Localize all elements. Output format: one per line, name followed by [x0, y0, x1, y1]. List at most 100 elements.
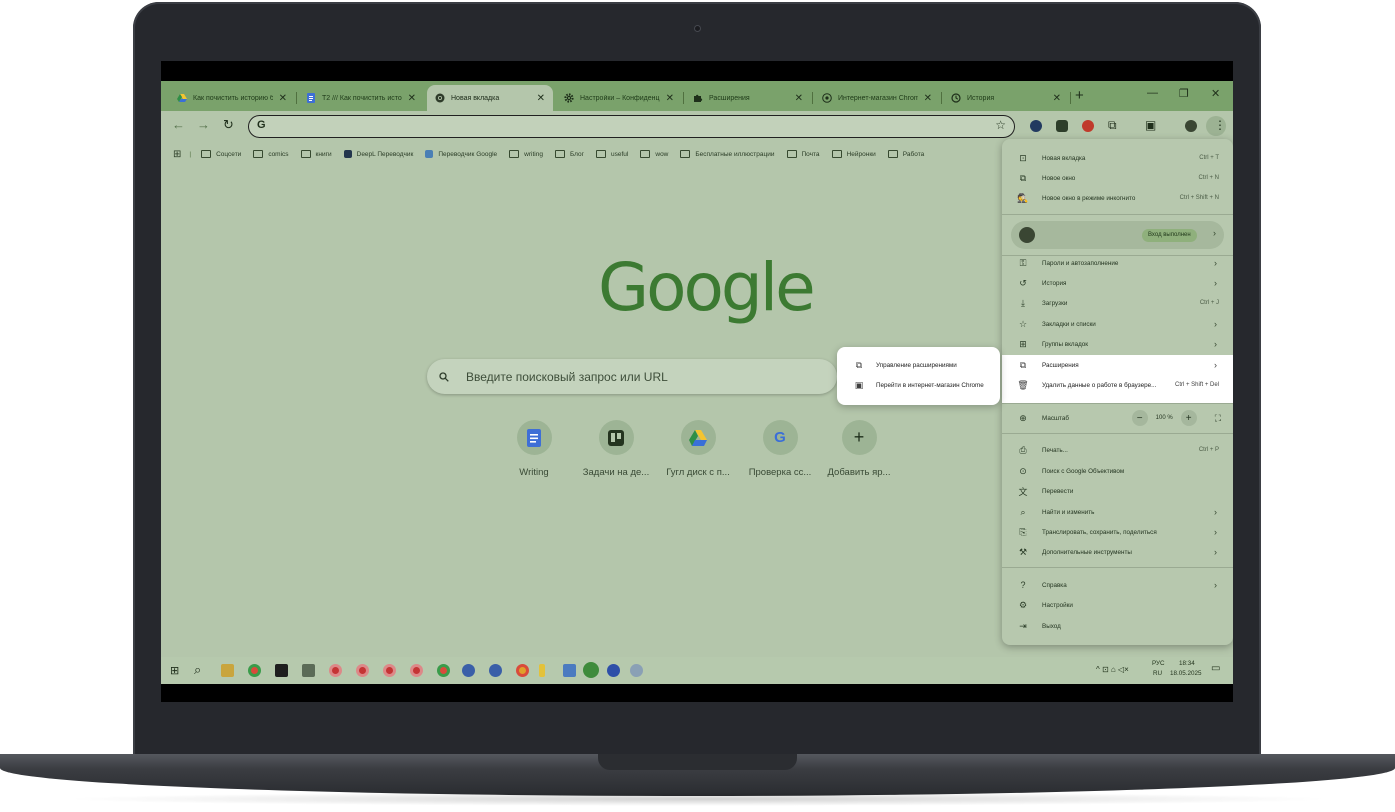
bookmark-item[interactable]: useful: [596, 150, 628, 158]
app-icon[interactable]: [563, 664, 576, 677]
shortcut-check[interactable]: G Проверка сс...: [739, 420, 821, 478]
menu-more-tools[interactable]: ⚒ Дополнительные инструменты ›: [1002, 542, 1233, 562]
menu-google-lens[interactable]: ⊙ Поиск с Google Объективом: [1002, 461, 1233, 481]
bookmark-item[interactable]: Блог: [554, 150, 584, 158]
menu-print[interactable]: ⎙ Печать... Ctrl + P: [1002, 440, 1233, 460]
bookmark-item[interactable]: DeepL Переводчик: [343, 150, 413, 158]
menu-bookmarks[interactable]: ☆ Закладки и списки ›: [1002, 314, 1233, 334]
zoom-out-button[interactable]: −: [1131, 410, 1148, 426]
bookmark-item[interactable]: Почта: [786, 150, 820, 158]
close-icon[interactable]: ✕: [795, 93, 803, 104]
tab-6[interactable]: Интернет-магазин Chrom ✕: [814, 85, 940, 111]
close-window-icon[interactable]: ✕: [1211, 87, 1220, 100]
tab-7[interactable]: История ✕: [943, 85, 1069, 111]
language-indicator[interactable]: РУС: [1152, 660, 1165, 667]
star-icon[interactable]: ☆: [995, 118, 1006, 132]
app-icon[interactable]: [462, 664, 475, 677]
search-icon[interactable]: ⌕: [194, 662, 201, 678]
minimize-icon[interactable]: —: [1147, 87, 1158, 99]
opera-icon[interactable]: [329, 664, 342, 677]
app-icon[interactable]: [583, 662, 599, 678]
fullscreen-icon[interactable]: ⛶: [1215, 413, 1221, 424]
avatar[interactable]: [1185, 120, 1197, 132]
extension-icon[interactable]: [1030, 120, 1042, 132]
opera-icon[interactable]: [356, 664, 369, 677]
tray-icons[interactable]: ^ ⊡ ⌂ ◁×: [1096, 665, 1129, 674]
menu-exit[interactable]: ⇥ Выход: [1002, 616, 1233, 636]
bookmark-item[interactable]: книги: [300, 150, 332, 158]
calculator-icon[interactable]: [302, 664, 315, 677]
bookmark-item[interactable]: Соцсети: [201, 150, 241, 158]
tab-2[interactable]: T2 /// Как почистить исто ✕: [298, 85, 424, 111]
menu-find-edit[interactable]: ⌕ Найти и изменить ›: [1002, 502, 1233, 522]
tab-5[interactable]: Расширения ✕: [685, 85, 811, 111]
opera-icon[interactable]: [383, 664, 396, 677]
file-explorer-icon[interactable]: [221, 664, 234, 677]
back-icon[interactable]: ←: [172, 117, 185, 132]
close-icon[interactable]: ✕: [1053, 93, 1061, 104]
bookmark-item[interactable]: Бесплатные иллюстрации: [680, 150, 775, 158]
menu-settings[interactable]: ⚙ Настройки: [1002, 595, 1233, 615]
menu-tab-groups[interactable]: ⊞ Группы вкладок ›: [1002, 334, 1233, 354]
menu-new-tab[interactable]: ⊡ Новая вкладка Ctrl + T: [1002, 148, 1233, 168]
submenu-manage-extensions[interactable]: ⧉ Управление расширениями: [837, 355, 1000, 375]
app-icon[interactable]: [607, 664, 620, 677]
menu-extensions[interactable]: ⧉ Расширения ›: [1002, 355, 1233, 375]
reload-icon[interactable]: ↻: [223, 117, 234, 133]
opera-icon[interactable]: [1082, 120, 1094, 132]
clock-time[interactable]: 18:34: [1179, 660, 1195, 667]
shortcut-google-drive[interactable]: Гугл диск с п...: [657, 420, 739, 478]
close-icon[interactable]: ✕: [924, 93, 932, 104]
extension-icon[interactable]: [1056, 120, 1068, 132]
close-icon[interactable]: ✕: [279, 93, 287, 104]
close-icon[interactable]: ✕: [666, 93, 674, 104]
menu-new-window[interactable]: ⧉ Новое окно Ctrl + N: [1002, 168, 1233, 188]
tab-4[interactable]: Настройки – Конфиденц ✕: [556, 85, 682, 111]
puzzle-icon[interactable]: ⧉: [1108, 118, 1117, 133]
chrome-icon[interactable]: [248, 664, 261, 677]
close-icon[interactable]: ✕: [408, 93, 416, 104]
menu-passwords[interactable]: ⚿ Пароли и автозаполнение ›: [1002, 253, 1233, 273]
bookmark-item[interactable]: Работа: [887, 150, 924, 158]
opera-icon[interactable]: [410, 664, 423, 677]
address-bar[interactable]: G ☆: [248, 115, 1015, 138]
shortcut-writing[interactable]: Writing: [493, 420, 575, 478]
notifications-icon[interactable]: ▭: [1211, 663, 1220, 674]
search-box[interactable]: Введите поисковый запрос или URL: [427, 359, 837, 394]
bookmark-item[interactable]: Переводчик Google: [425, 150, 497, 158]
new-tab-button[interactable]: +: [1075, 87, 1084, 104]
app-icon[interactable]: [539, 664, 545, 677]
submenu-web-store[interactable]: ▣ Перейти в интернет-магазин Chrome: [837, 375, 1000, 395]
tab-1[interactable]: Как почистить историю б ✕: [169, 85, 295, 111]
menu-help[interactable]: ? Справка ›: [1002, 575, 1233, 595]
bookmark-item[interactable]: writing: [509, 150, 543, 158]
windows-start-icon[interactable]: ⊞: [170, 664, 179, 677]
shortcut-add[interactable]: + Добавить яр...: [818, 420, 900, 478]
folder-icon: [887, 150, 898, 158]
bookmark-item[interactable]: Нейронки: [831, 150, 876, 158]
snipping-tool-icon[interactable]: [630, 664, 643, 677]
app-icon[interactable]: [489, 664, 502, 677]
menu-downloads[interactable]: ⤓ Загрузки Ctrl + J: [1002, 293, 1233, 313]
chrome-icon[interactable]: [516, 664, 529, 677]
zoom-in-button[interactable]: +: [1180, 410, 1197, 426]
tab-3[interactable]: Новая вкладка ✕: [427, 85, 553, 111]
menu-button[interactable]: ⋮: [1206, 116, 1226, 136]
chrome-icon: [435, 93, 445, 103]
close-icon[interactable]: ✕: [537, 93, 545, 104]
menu-incognito[interactable]: 🕵 Новое окно в режиме инкогнито Ctrl + S…: [1002, 188, 1233, 208]
menu-cast-save-share[interactable]: ⎘ Транслировать, сохранить, поделиться ›: [1002, 522, 1233, 542]
menu-translate[interactable]: 文 Перевести: [1002, 481, 1233, 501]
tab-search-icon[interactable]: ▣: [1145, 118, 1156, 132]
app-icon[interactable]: [275, 664, 288, 677]
bookmark-item[interactable]: comics: [253, 150, 289, 158]
bookmark-item[interactable]: wow: [640, 150, 668, 158]
menu-clear-data[interactable]: 🗑 Удалить данные о работе в браузере... …: [1002, 375, 1233, 395]
chrome-icon[interactable]: [437, 664, 450, 677]
menu-profile[interactable]: Вход выполнен ›: [1011, 221, 1224, 249]
apps-icon[interactable]: ⊞: [173, 149, 181, 160]
shortcut-tasks[interactable]: Задачи на де...: [575, 420, 657, 478]
restore-icon[interactable]: ❐: [1179, 87, 1189, 100]
menu-history[interactable]: ↺ История ›: [1002, 273, 1233, 293]
forward-icon[interactable]: →: [197, 117, 210, 132]
